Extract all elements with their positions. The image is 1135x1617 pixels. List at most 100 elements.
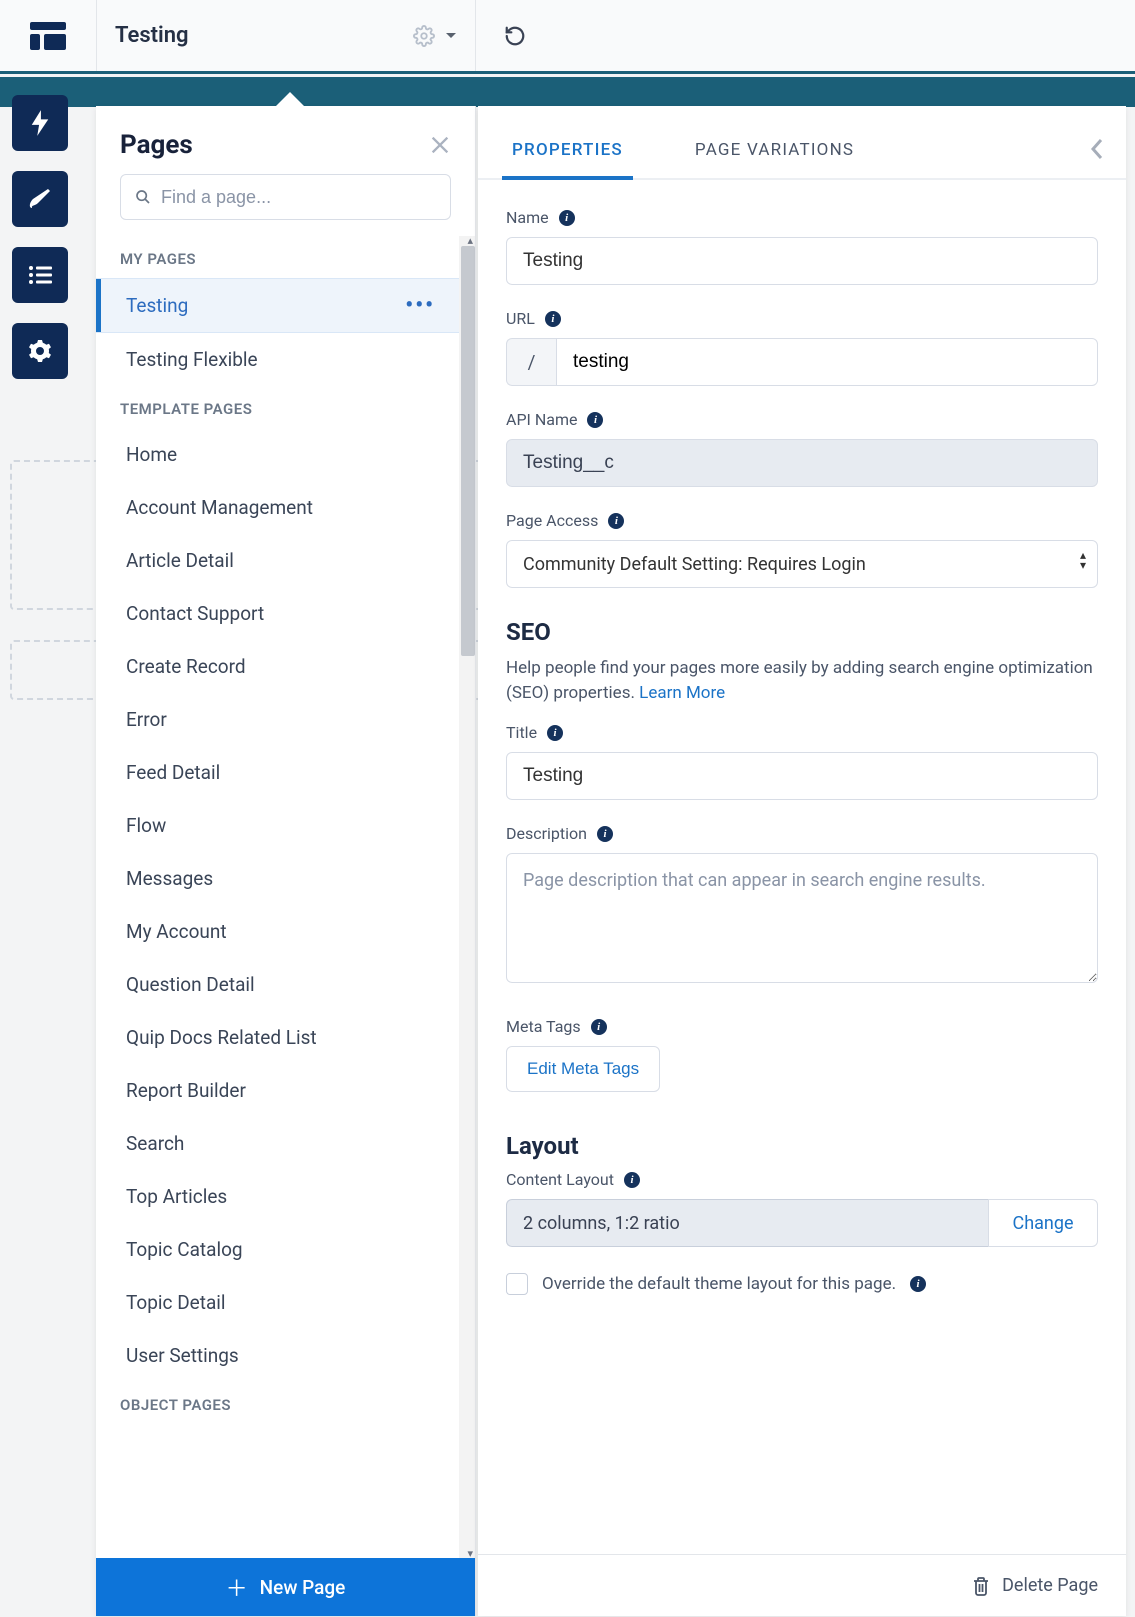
page-item[interactable]: Error — [96, 693, 459, 746]
gear-icon — [413, 25, 435, 47]
title-input[interactable] — [506, 752, 1098, 800]
page-item[interactable]: Search — [96, 1117, 459, 1170]
meta-tags-label: Meta Tags — [506, 1017, 581, 1036]
close-icon — [429, 134, 451, 156]
url-prefix: / — [506, 338, 556, 386]
page-item-menu-icon[interactable]: ••• — [405, 293, 435, 318]
page-item-label: My Account — [126, 920, 227, 943]
page-item[interactable]: Testing ••• — [96, 278, 459, 333]
name-input[interactable] — [506, 237, 1098, 285]
info-icon[interactable]: i — [591, 1019, 607, 1035]
info-icon[interactable]: i — [597, 826, 613, 842]
page-item[interactable]: Home — [96, 428, 459, 481]
chevron-left-icon — [1090, 138, 1104, 160]
pages-heading: Pages — [120, 130, 193, 160]
info-icon[interactable]: i — [910, 1276, 926, 1292]
collapse-panel-button[interactable] — [1090, 138, 1104, 160]
name-label: Name — [506, 208, 549, 227]
change-layout-button[interactable]: Change — [988, 1199, 1098, 1247]
chevron-down-icon — [445, 32, 457, 40]
page-item-label: User Settings — [126, 1344, 239, 1367]
refresh-area — [476, 0, 526, 71]
seo-heading: SEO — [506, 618, 1098, 646]
tool-theme[interactable] — [12, 171, 68, 227]
page-list-scroll: ▴ ▾ MY PAGESTesting•••Testing FlexibleTE… — [96, 236, 475, 1558]
page-item[interactable]: My Account — [96, 905, 459, 958]
url-label: URL — [506, 309, 535, 328]
page-item-label: Search — [126, 1132, 184, 1155]
page-item[interactable]: Topic Detail — [96, 1276, 459, 1329]
page-item-label: Feed Detail — [126, 761, 220, 784]
search-input[interactable] — [161, 187, 436, 208]
close-button[interactable] — [429, 134, 451, 156]
list-icon — [28, 265, 52, 285]
page-access-label: Page Access — [506, 511, 598, 530]
page-item[interactable]: Report Builder — [96, 1064, 459, 1117]
delete-page-label: Delete Page — [1002, 1575, 1098, 1596]
top-bar: Testing — [0, 0, 1135, 74]
section-template-pages: TEMPLATE PAGES — [96, 386, 459, 428]
page-item[interactable]: Feed Detail — [96, 746, 459, 799]
page-item-label: Error — [126, 708, 167, 731]
page-item[interactable]: Top Articles — [96, 1170, 459, 1223]
page-item[interactable]: Quip Docs Related List — [96, 1011, 459, 1064]
url-input[interactable] — [556, 338, 1098, 386]
edit-meta-tags-button[interactable]: Edit Meta Tags — [506, 1046, 660, 1092]
tool-components[interactable] — [12, 95, 68, 151]
page-item[interactable]: Contact Support — [96, 587, 459, 640]
page-title-bar[interactable]: Testing — [96, 0, 476, 71]
delete-page-button[interactable]: Delete Page — [972, 1575, 1098, 1596]
pages-panel: Pages ▴ ▾ MY PAGESTesting•••Testing Flex… — [96, 106, 476, 1616]
page-item-label: Testing Flexible — [126, 348, 258, 371]
page-item-label: Contact Support — [126, 602, 264, 625]
info-icon[interactable]: i — [559, 210, 575, 226]
brush-icon — [28, 187, 52, 211]
scroll-arrow-down-icon[interactable]: ▾ — [467, 1547, 473, 1558]
page-item[interactable]: Account Management — [96, 481, 459, 534]
page-item[interactable]: Topic Catalog — [96, 1223, 459, 1276]
page-item-label: Top Articles — [126, 1185, 227, 1208]
page-settings-dropdown[interactable] — [413, 25, 457, 47]
select-arrows-icon: ▴▾ — [1080, 550, 1086, 570]
page-item-label: Quip Docs Related List — [126, 1026, 317, 1049]
page-item[interactable]: Messages — [96, 852, 459, 905]
page-item[interactable]: Testing Flexible — [96, 333, 459, 386]
page-item[interactable]: Create Record — [96, 640, 459, 693]
info-icon[interactable]: i — [608, 513, 624, 529]
tab-properties[interactable]: PROPERTIES — [506, 128, 629, 178]
tab-page-variations[interactable]: PAGE VARIATIONS — [689, 128, 860, 178]
api-name-label: API Name — [506, 410, 577, 429]
override-theme-row: Override the default theme layout for th… — [506, 1273, 1098, 1295]
learn-more-link[interactable]: Learn More — [639, 683, 725, 703]
refresh-button[interactable] — [504, 25, 526, 47]
info-icon[interactable]: i — [587, 412, 603, 428]
trash-icon — [972, 1576, 990, 1596]
page-item-label: Create Record — [126, 655, 246, 678]
layout-heading: Layout — [506, 1132, 1098, 1160]
scrollbar-thumb[interactable] — [461, 246, 475, 656]
search-icon — [135, 189, 151, 205]
info-icon[interactable]: i — [547, 725, 563, 741]
page-title: Testing — [115, 23, 189, 48]
info-icon[interactable]: i — [624, 1172, 640, 1188]
tool-page-structure[interactable] — [12, 247, 68, 303]
page-item-label: Testing — [126, 294, 188, 317]
search-input-container[interactable] — [120, 174, 451, 220]
seo-subtext: Help people find your pages more easily … — [506, 656, 1098, 705]
page-access-select[interactable]: Community Default Setting: Requires Logi… — [506, 540, 1098, 588]
tool-settings[interactable] — [12, 323, 68, 379]
new-page-button[interactable]: ＋ New Page — [96, 1558, 475, 1616]
page-item-label: Report Builder — [126, 1079, 246, 1102]
description-textarea[interactable] — [506, 853, 1098, 983]
scrollbar-track[interactable]: ▴ ▾ — [459, 236, 475, 1558]
new-page-label: New Page — [260, 1576, 346, 1599]
search-wrap — [96, 174, 475, 236]
page-item[interactable]: Flow — [96, 799, 459, 852]
page-item[interactable]: User Settings — [96, 1329, 459, 1382]
info-icon[interactable]: i — [545, 311, 561, 327]
page-item[interactable]: Question Detail — [96, 958, 459, 1011]
override-theme-checkbox[interactable] — [506, 1273, 528, 1295]
page-item[interactable]: Article Detail — [96, 534, 459, 587]
properties-panel: PROPERTIES PAGE VARIATIONS Name i URL i … — [478, 106, 1126, 1616]
content-layout-label: Content Layout — [506, 1170, 614, 1189]
